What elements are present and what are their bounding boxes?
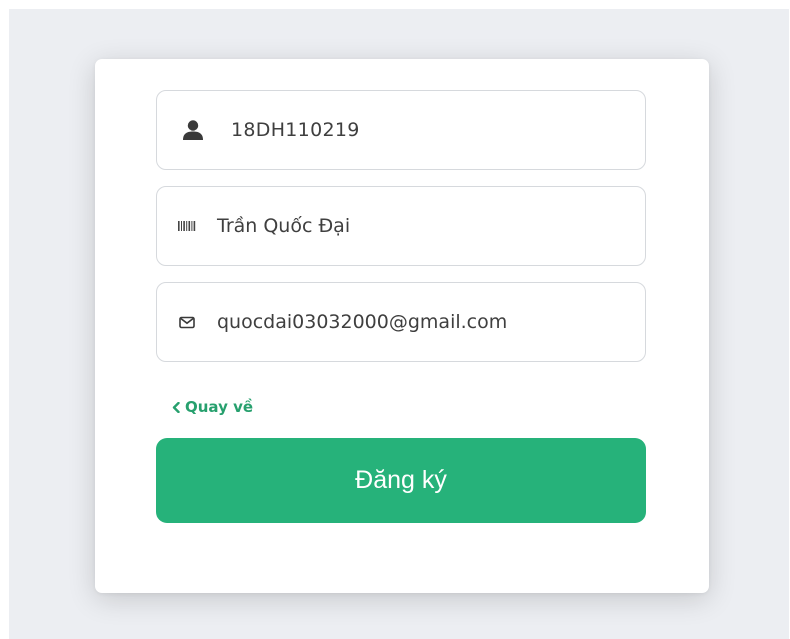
email-field[interactable]: quocdai03032000@gmail.com xyxy=(156,282,646,362)
chevron-left-icon xyxy=(172,401,180,413)
full-name-value: Trần Quốc Đại xyxy=(217,215,351,237)
email-value: quocdai03032000@gmail.com xyxy=(217,311,508,333)
page-background: 18DH110219 Trần Quốc Đại quocdai03032000… xyxy=(9,9,789,639)
full-name-field[interactable]: Trần Quốc Đại xyxy=(156,186,646,266)
user-icon xyxy=(182,119,204,141)
envelope-icon xyxy=(176,311,198,333)
barcode-icon xyxy=(176,215,198,237)
back-link-label: Quay về xyxy=(185,398,254,416)
student-id-field[interactable]: 18DH110219 xyxy=(156,90,646,170)
student-id-value: 18DH110219 xyxy=(231,119,360,141)
register-form-card: 18DH110219 Trần Quốc Đại quocdai03032000… xyxy=(95,59,709,593)
back-link[interactable]: Quay về xyxy=(172,398,253,416)
register-button[interactable]: Đăng ký xyxy=(156,438,646,523)
